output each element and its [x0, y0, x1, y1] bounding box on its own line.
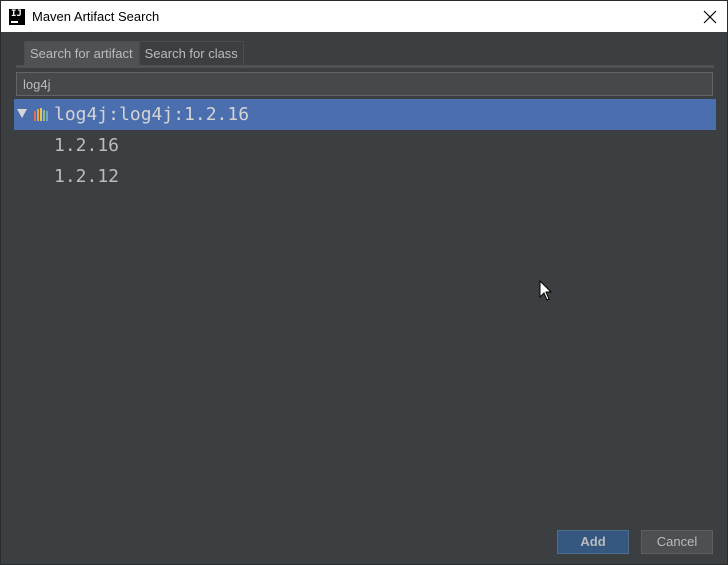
tab-search-for-class[interactable]: Search for class [138, 41, 244, 65]
mouse-cursor-icon [539, 280, 553, 301]
artifact-group-label: log4j:log4j:1.2.16 [54, 104, 250, 125]
version-label: 1.2.12 [54, 166, 120, 187]
maven-icon [34, 108, 48, 121]
results-tree: log4j:log4j:1.2.16 1.2.16 1.2.12 [14, 99, 716, 509]
window-title: Maven Artifact Search [32, 9, 160, 24]
close-button[interactable] [693, 1, 727, 32]
search-mode-tabs: Search for artifact Search for class [24, 41, 244, 65]
close-icon [703, 10, 717, 23]
tab-divider [16, 65, 714, 68]
intellij-app-icon: IJ [9, 8, 25, 25]
version-row[interactable]: 1.2.16 [14, 130, 716, 161]
search-input[interactable] [16, 72, 713, 96]
title-bar: IJ Maven Artifact Search [1, 1, 727, 32]
maven-artifact-search-dialog: IJ Maven Artifact Search Search for arti… [0, 0, 728, 565]
artifact-group-row[interactable]: log4j:log4j:1.2.16 [14, 99, 716, 130]
tab-search-for-artifact[interactable]: Search for artifact [24, 41, 139, 65]
expand-arrow-icon[interactable] [17, 109, 27, 118]
version-label: 1.2.16 [54, 135, 120, 156]
add-button[interactable]: Add [557, 530, 629, 554]
version-row[interactable]: 1.2.12 [14, 161, 716, 192]
cancel-button[interactable]: Cancel [641, 530, 713, 554]
